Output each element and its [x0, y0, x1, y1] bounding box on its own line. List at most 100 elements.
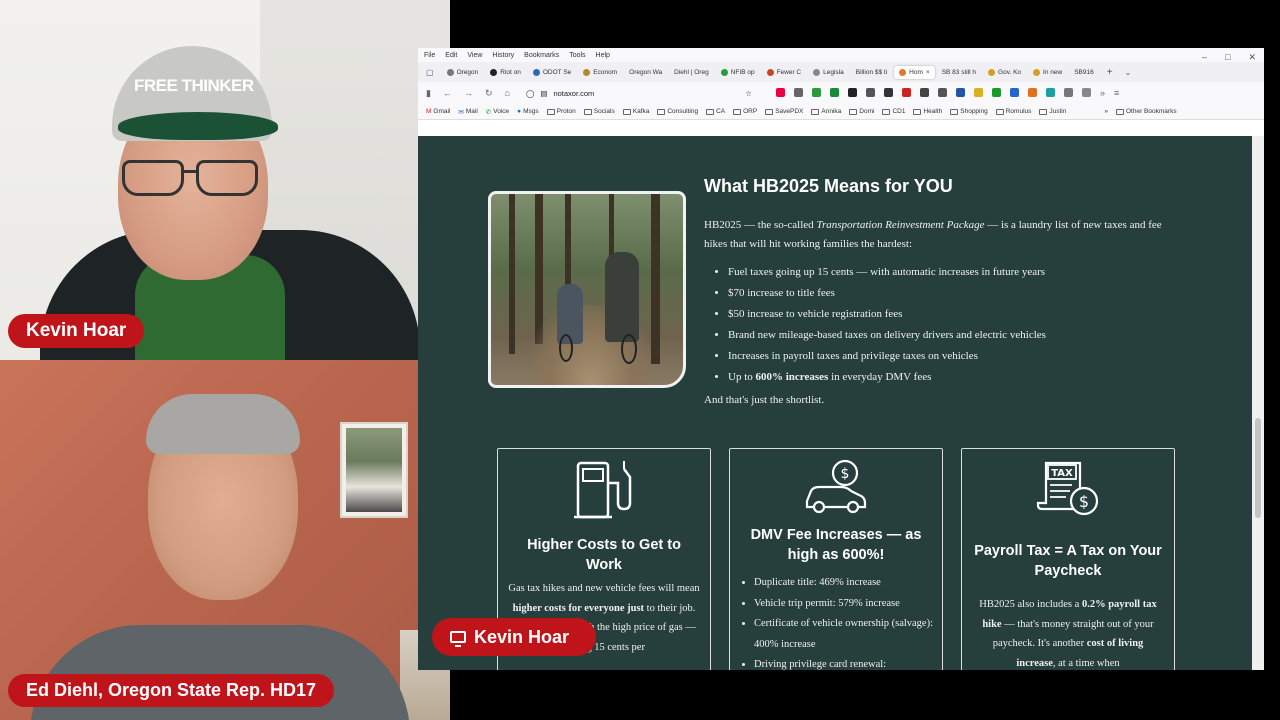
bookmark-folder[interactable]: Shopping	[950, 108, 988, 115]
bookmark-item[interactable]: M Gmail	[426, 108, 450, 115]
bookmark-item[interactable]: ✉ Mail	[458, 108, 477, 116]
browser-tab[interactable]: Econom	[578, 66, 622, 79]
bookmark-folder[interactable]: Romulus	[995, 108, 1031, 115]
web-page-content: What HB2025 Means for YOU HB2025 — the s…	[418, 136, 1252, 670]
overflow-icon[interactable]: »	[1100, 88, 1105, 98]
extension-icon[interactable]	[883, 88, 893, 97]
menu-edit[interactable]: Edit	[445, 52, 457, 59]
list-item: $70 increase to title fees	[728, 283, 1046, 304]
bookmark-folder[interactable]: Justin	[1039, 108, 1066, 115]
camera-feed-bottom: Ed Diehl, Oregon State Rep. HD17	[0, 360, 450, 720]
menu-bar: File Edit View History Bookmarks Tools H…	[418, 48, 1264, 62]
bookmark-folder[interactable]: Annika	[811, 108, 841, 115]
list-item: Driving privilege card renewal:	[754, 655, 934, 670]
shortlist-text: And that's just the shortlist.	[704, 394, 825, 406]
card-body: HB2025 also includes a 0.2% payroll tax …	[979, 599, 1157, 669]
reload-icon[interactable]: ↻	[485, 88, 493, 99]
list-item: Increases in payroll taxes and privilege…	[728, 346, 1046, 367]
car-dollar-icon: $	[805, 459, 867, 514]
evernote-icon[interactable]	[811, 88, 821, 97]
tab-overflow-icon[interactable]: ⌄	[1125, 68, 1132, 77]
browser-tab-active[interactable]: Hom ×	[894, 65, 935, 79]
bookmark-folder[interactable]: SavePDX	[765, 108, 803, 115]
extension-icon[interactable]	[991, 88, 1001, 97]
minimize-icon[interactable]: –	[1202, 52, 1207, 63]
browser-tab[interactable]: NFIB op	[716, 66, 760, 79]
menu-tools[interactable]: Tools	[569, 52, 585, 59]
close-icon[interactable]: ✕	[1248, 52, 1256, 63]
card-title: DMV Fee Increases — as high as 600%!	[750, 527, 922, 563]
star-icon[interactable]: ☆	[745, 89, 752, 98]
extension-icon[interactable]	[1081, 88, 1091, 97]
bookmark-folder[interactable]: Domi	[849, 108, 874, 115]
menu-icon[interactable]: ≡	[1114, 88, 1119, 98]
menu-view[interactable]: View	[467, 52, 482, 59]
menu-history[interactable]: History	[492, 52, 514, 59]
maximize-icon[interactable]: □	[1225, 52, 1230, 63]
video-call-stage: FREE THINKER Kevin Hoar Ed Diehl, Oregon…	[0, 0, 1280, 720]
buffer-icon[interactable]	[847, 88, 857, 97]
new-tab-icon[interactable]: +	[1107, 67, 1113, 78]
extension-icon[interactable]	[973, 88, 983, 97]
browser-window: File Edit View History Bookmarks Tools H…	[418, 48, 1264, 670]
extension-icon[interactable]	[937, 88, 947, 97]
list-item: $50 increase to vehicle registration fee…	[728, 304, 1046, 325]
browser-tab[interactable]: Legisla	[808, 66, 849, 79]
tax-list: Fuel taxes going up 15 cents — with auto…	[718, 262, 1046, 388]
list-item: Up to 600% increases in everyday DMV fee…	[728, 367, 1046, 388]
download-icon[interactable]	[793, 88, 803, 97]
extension-icon[interactable]	[1063, 88, 1073, 97]
bookmark-folder[interactable]: Socials	[583, 108, 615, 115]
check-icon[interactable]	[829, 88, 839, 97]
extension-icons: » ≡	[775, 88, 1119, 98]
bookmark-item[interactable]: ✆ Voice	[486, 108, 509, 116]
browser-tab[interactable]: In new	[1028, 66, 1067, 79]
menu-bookmarks[interactable]: Bookmarks	[524, 52, 559, 59]
menu-help[interactable]: Help	[596, 52, 610, 59]
browser-tab[interactable]: Billion $$ ti	[851, 66, 892, 79]
extension-icon[interactable]	[1045, 88, 1055, 97]
extension-icon[interactable]	[955, 88, 965, 97]
browser-tab[interactable]: Fewer C	[762, 66, 807, 79]
extension-icon[interactable]	[901, 88, 911, 97]
browser-tab[interactable]: Oregon Wa	[624, 66, 667, 79]
extension-icon[interactable]	[865, 88, 875, 97]
menu-file[interactable]: File	[424, 52, 435, 59]
bookmark-folder[interactable]: Health	[913, 108, 942, 115]
svg-text:$: $	[841, 466, 850, 482]
forward-icon[interactable]: →	[464, 88, 473, 98]
scrollbar-thumb[interactable]	[1255, 418, 1261, 518]
bookmark-folder[interactable]: ORP	[733, 108, 757, 115]
bookmark-folder[interactable]: Consulting	[657, 108, 698, 115]
back-icon[interactable]: ←	[443, 88, 452, 98]
bookmarks-overflow-icon[interactable]: »	[1104, 108, 1108, 115]
extension-icon[interactable]	[919, 88, 929, 97]
pocket-icon[interactable]	[775, 88, 785, 97]
tab-list-icon[interactable]: ▢	[426, 68, 434, 77]
extension-icon[interactable]	[1027, 88, 1037, 97]
browser-tab[interactable]: Diehl | Oreg	[669, 66, 714, 79]
bookmark-folder[interactable]: Proton	[546, 108, 576, 115]
extension-icon[interactable]	[1009, 88, 1019, 97]
hero-image	[488, 191, 686, 388]
browser-tab[interactable]: ODOT Se	[528, 66, 576, 79]
sidebar-icon[interactable]: ▮	[426, 88, 431, 99]
close-tab-icon[interactable]: ×	[926, 69, 930, 76]
url-bar[interactable]: ◯ ▤ notaxor.com ☆	[522, 85, 752, 101]
browser-tab[interactable]: Oregon	[442, 66, 484, 79]
browser-tab[interactable]: Riot on	[485, 66, 526, 79]
bookmark-item[interactable]: ● Msgs	[517, 108, 538, 115]
glasses-icon	[122, 160, 260, 198]
svg-text:TAX: TAX	[1051, 468, 1073, 479]
browser-tab[interactable]: SB 83 still h	[937, 66, 981, 79]
browser-tab[interactable]: SB916	[1069, 66, 1099, 79]
screen-share-label: Kevin Hoar	[474, 626, 570, 647]
home-icon[interactable]: ⌂	[505, 88, 510, 98]
bookmark-folder[interactable]: Kafka	[622, 108, 649, 115]
bookmark-folder[interactable]: CA	[706, 108, 725, 115]
other-bookmarks-folder[interactable]: Other Bookmarks	[1116, 108, 1177, 115]
bookmark-folder[interactable]: CD1	[882, 108, 905, 115]
browser-tab[interactable]: Gov. Ko	[983, 66, 1026, 79]
page-scrollbar[interactable]	[1252, 136, 1264, 670]
wall-photo-frame	[340, 422, 408, 518]
